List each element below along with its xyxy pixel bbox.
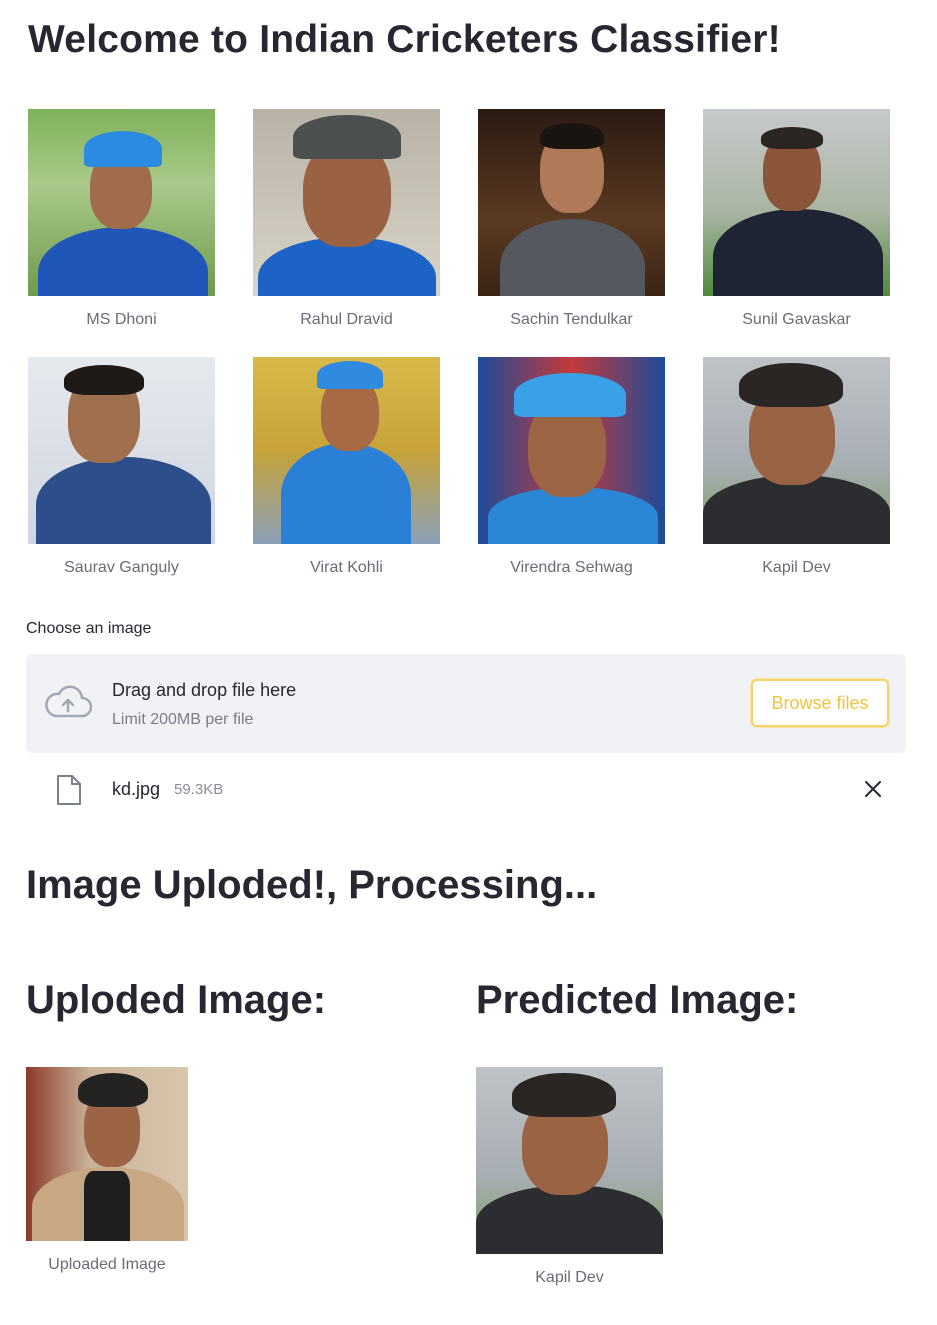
uploader-label: Choose an image (26, 620, 152, 637)
uploaded-image (26, 1067, 188, 1241)
dropzone-instructions: Drag and drop file here (112, 680, 297, 700)
predicted-image (476, 1067, 663, 1254)
player-card-gavaskar: Sunil Gavaskar (703, 109, 890, 328)
player-name: Rahul Dravid (300, 311, 393, 328)
player-card-dhoni: MS Dhoni (28, 109, 215, 328)
cloud-upload-icon (45, 685, 92, 718)
uploaded-image-heading: Uploded Image: (26, 978, 327, 1022)
player-photo (478, 109, 665, 296)
player-card-tendulkar: Sachin Tendulkar (478, 109, 665, 328)
player-name: Virendra Sehwag (510, 559, 633, 576)
uploaded-image-caption: Uploaded Image (48, 1256, 166, 1273)
player-card-sehwag: Virendra Sehwag (478, 357, 665, 576)
player-photo (703, 357, 890, 544)
predicted-image-caption: Kapil Dev (535, 1269, 604, 1286)
close-icon[interactable] (862, 778, 884, 800)
player-photo (28, 357, 215, 544)
player-name: Saurav Ganguly (64, 559, 179, 576)
browse-files-button[interactable]: Browse files (751, 679, 889, 727)
player-name: Sunil Gavaskar (742, 311, 851, 328)
player-photo (253, 357, 440, 544)
player-name: Kapil Dev (762, 559, 831, 576)
player-card-kohli: Virat Kohli (253, 357, 440, 576)
player-photo (28, 109, 215, 296)
predicted-image-heading: Predicted Image: (476, 978, 799, 1022)
player-name: MS Dhoni (86, 311, 157, 328)
player-card-ganguly: Saurav Ganguly (28, 357, 215, 576)
player-photo (253, 109, 440, 296)
page-title: Welcome to Indian Cricketers Classifier! (28, 18, 781, 61)
file-name: kd.jpg (112, 779, 161, 799)
file-icon (57, 775, 81, 805)
uploaded-file-row: kd.jpg 59.3KB (26, 770, 906, 810)
player-name: Sachin Tendulkar (510, 311, 633, 328)
dropzone-limit: Limit 200MB per file (112, 711, 254, 728)
player-card-dravid: Rahul Dravid (253, 109, 440, 328)
file-dropzone[interactable]: Drag and drop file here Limit 200MB per … (26, 654, 906, 753)
processing-status: Image Uploded!, Processing... (26, 863, 598, 907)
player-name: Virat Kohli (310, 559, 383, 576)
player-photo (703, 109, 890, 296)
file-size: 59.3KB (174, 781, 224, 798)
player-card-kapil: Kapil Dev (703, 357, 890, 576)
player-photo (478, 357, 665, 544)
